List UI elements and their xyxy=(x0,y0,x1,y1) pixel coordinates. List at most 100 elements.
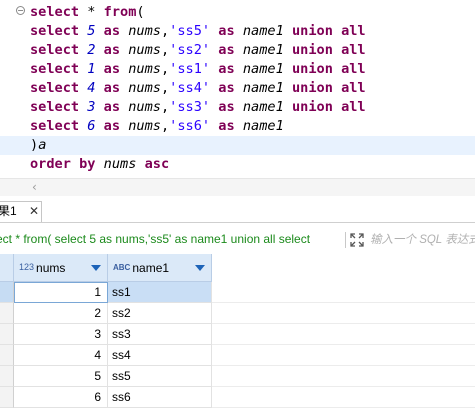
code-token: as xyxy=(218,42,235,58)
code-token: as xyxy=(218,99,235,115)
filter-bar: ect * from( select 5 as nums,'ss5' as na… xyxy=(0,226,475,255)
cell-name1[interactable]: ss5 xyxy=(108,366,212,387)
grid-corner[interactable] xyxy=(0,254,14,282)
row-header[interactable] xyxy=(0,282,14,303)
tab-result-1[interactable]: 果1 ✕ xyxy=(0,201,42,222)
sort-desc-icon[interactable] xyxy=(91,265,101,271)
row-header[interactable] xyxy=(0,324,14,345)
table-row[interactable]: 3 ss3 xyxy=(0,324,475,345)
code-line[interactable]: select 3 as nums,'ss3' as name1 union al… xyxy=(30,98,475,117)
code-token: , xyxy=(160,61,170,77)
code-token: name1 xyxy=(242,80,284,96)
cell-name1[interactable]: ss4 xyxy=(108,345,212,366)
table-row[interactable]: 6 ss6 xyxy=(0,387,475,408)
code-token: name1 xyxy=(242,99,284,115)
code-token: 'ss2' xyxy=(169,42,211,58)
filter-input[interactable] xyxy=(370,231,475,249)
cell-nums[interactable]: 6 xyxy=(14,387,108,408)
cell-name1[interactable]: ss6 xyxy=(108,387,212,408)
code-line[interactable]: order by nums asc xyxy=(30,155,475,174)
editor-horizontal-scrollbar[interactable]: ‹ xyxy=(0,178,475,196)
sort-desc-icon[interactable] xyxy=(195,265,205,271)
code-token: all xyxy=(341,23,366,39)
table-row[interactable]: 1 ss1 xyxy=(0,282,475,303)
code-line[interactable]: select 6 as nums,'ss6' as name1 xyxy=(30,117,475,136)
code-token: union xyxy=(291,23,333,39)
code-token: select xyxy=(30,42,80,58)
code-line[interactable]: select * from( xyxy=(30,3,475,22)
cell-nums[interactable]: 5 xyxy=(14,366,108,387)
text-type-icon: ABC xyxy=(113,263,131,272)
code-token: union xyxy=(291,80,333,96)
code-token: union xyxy=(291,61,333,77)
scroll-left-icon[interactable]: ‹ xyxy=(32,180,37,195)
code-line[interactable]: )a xyxy=(0,136,475,155)
row-header[interactable] xyxy=(0,345,14,366)
cell-name1[interactable]: ss2 xyxy=(108,303,212,324)
column-header-name1[interactable]: ABC name1 xyxy=(108,254,212,282)
code-token: order xyxy=(30,156,71,172)
query-text: ect * from( select 5 as nums,'ss5' as na… xyxy=(0,232,311,246)
code-token: as xyxy=(218,80,235,96)
expand-arrows-icon[interactable] xyxy=(349,232,365,248)
column-name: nums xyxy=(36,261,66,275)
code-token: 'ss6' xyxy=(169,118,211,134)
row-header[interactable] xyxy=(0,366,14,387)
sql-code[interactable]: select * from(select 5 as nums,'ss5' as … xyxy=(0,3,475,174)
row-header[interactable] xyxy=(0,387,14,408)
code-token: nums xyxy=(103,156,137,172)
code-line[interactable]: select 5 as nums,'ss5' as name1 union al… xyxy=(30,22,475,41)
cell-name1[interactable]: ss1 xyxy=(108,282,212,303)
sql-editor[interactable]: − select * from(select 5 as nums,'ss5' a… xyxy=(0,0,475,178)
code-token: name1 xyxy=(242,118,284,134)
code-line[interactable]: select 4 as nums,'ss4' as name1 union al… xyxy=(30,79,475,98)
row-header[interactable] xyxy=(0,303,14,324)
code-line[interactable]: select 1 as nums,'ss1' as name1 union al… xyxy=(30,60,475,79)
close-icon[interactable]: ✕ xyxy=(29,202,39,221)
code-token: as xyxy=(103,61,121,77)
code-token: union xyxy=(291,42,333,58)
row-filler xyxy=(212,303,475,324)
cell-name1[interactable]: ss3 xyxy=(108,324,212,345)
cell-nums[interactable]: 3 xyxy=(14,324,108,345)
table-row[interactable]: 4 ss4 xyxy=(0,345,475,366)
code-token: , xyxy=(160,42,170,58)
table-row[interactable]: 5 ss5 xyxy=(0,366,475,387)
code-token: as xyxy=(103,23,121,39)
column-header-nums[interactable]: 123 nums xyxy=(14,254,108,282)
table-row[interactable]: 2 ss2 xyxy=(0,303,475,324)
code-token: , xyxy=(160,99,170,115)
cell-nums[interactable]: 2 xyxy=(14,303,108,324)
code-token: ( xyxy=(136,4,145,20)
code-token: nums xyxy=(128,23,161,39)
result-grid[interactable]: 123 nums ABC name1 1 ss1 2 ss2 3 ss3 4 ss4 5 ss5 6 ss… xyxy=(0,254,475,408)
code-token: 'ss5' xyxy=(169,23,211,39)
code-line[interactable]: select 2 as nums,'ss2' as name1 union al… xyxy=(30,41,475,60)
code-token: a xyxy=(38,137,47,153)
numeric-type-icon: 123 xyxy=(19,262,35,272)
code-token: nums xyxy=(128,61,161,77)
fold-collapse-icon[interactable]: − xyxy=(16,6,25,15)
code-token: select xyxy=(30,80,80,96)
code-token: select xyxy=(30,23,80,39)
tab-label: 果1 xyxy=(0,204,17,218)
row-filler xyxy=(212,345,475,366)
cell-nums[interactable]: 1 xyxy=(14,282,108,303)
cell-nums[interactable]: 4 xyxy=(14,345,108,366)
code-token: asc xyxy=(144,156,170,172)
row-filler xyxy=(212,282,475,303)
